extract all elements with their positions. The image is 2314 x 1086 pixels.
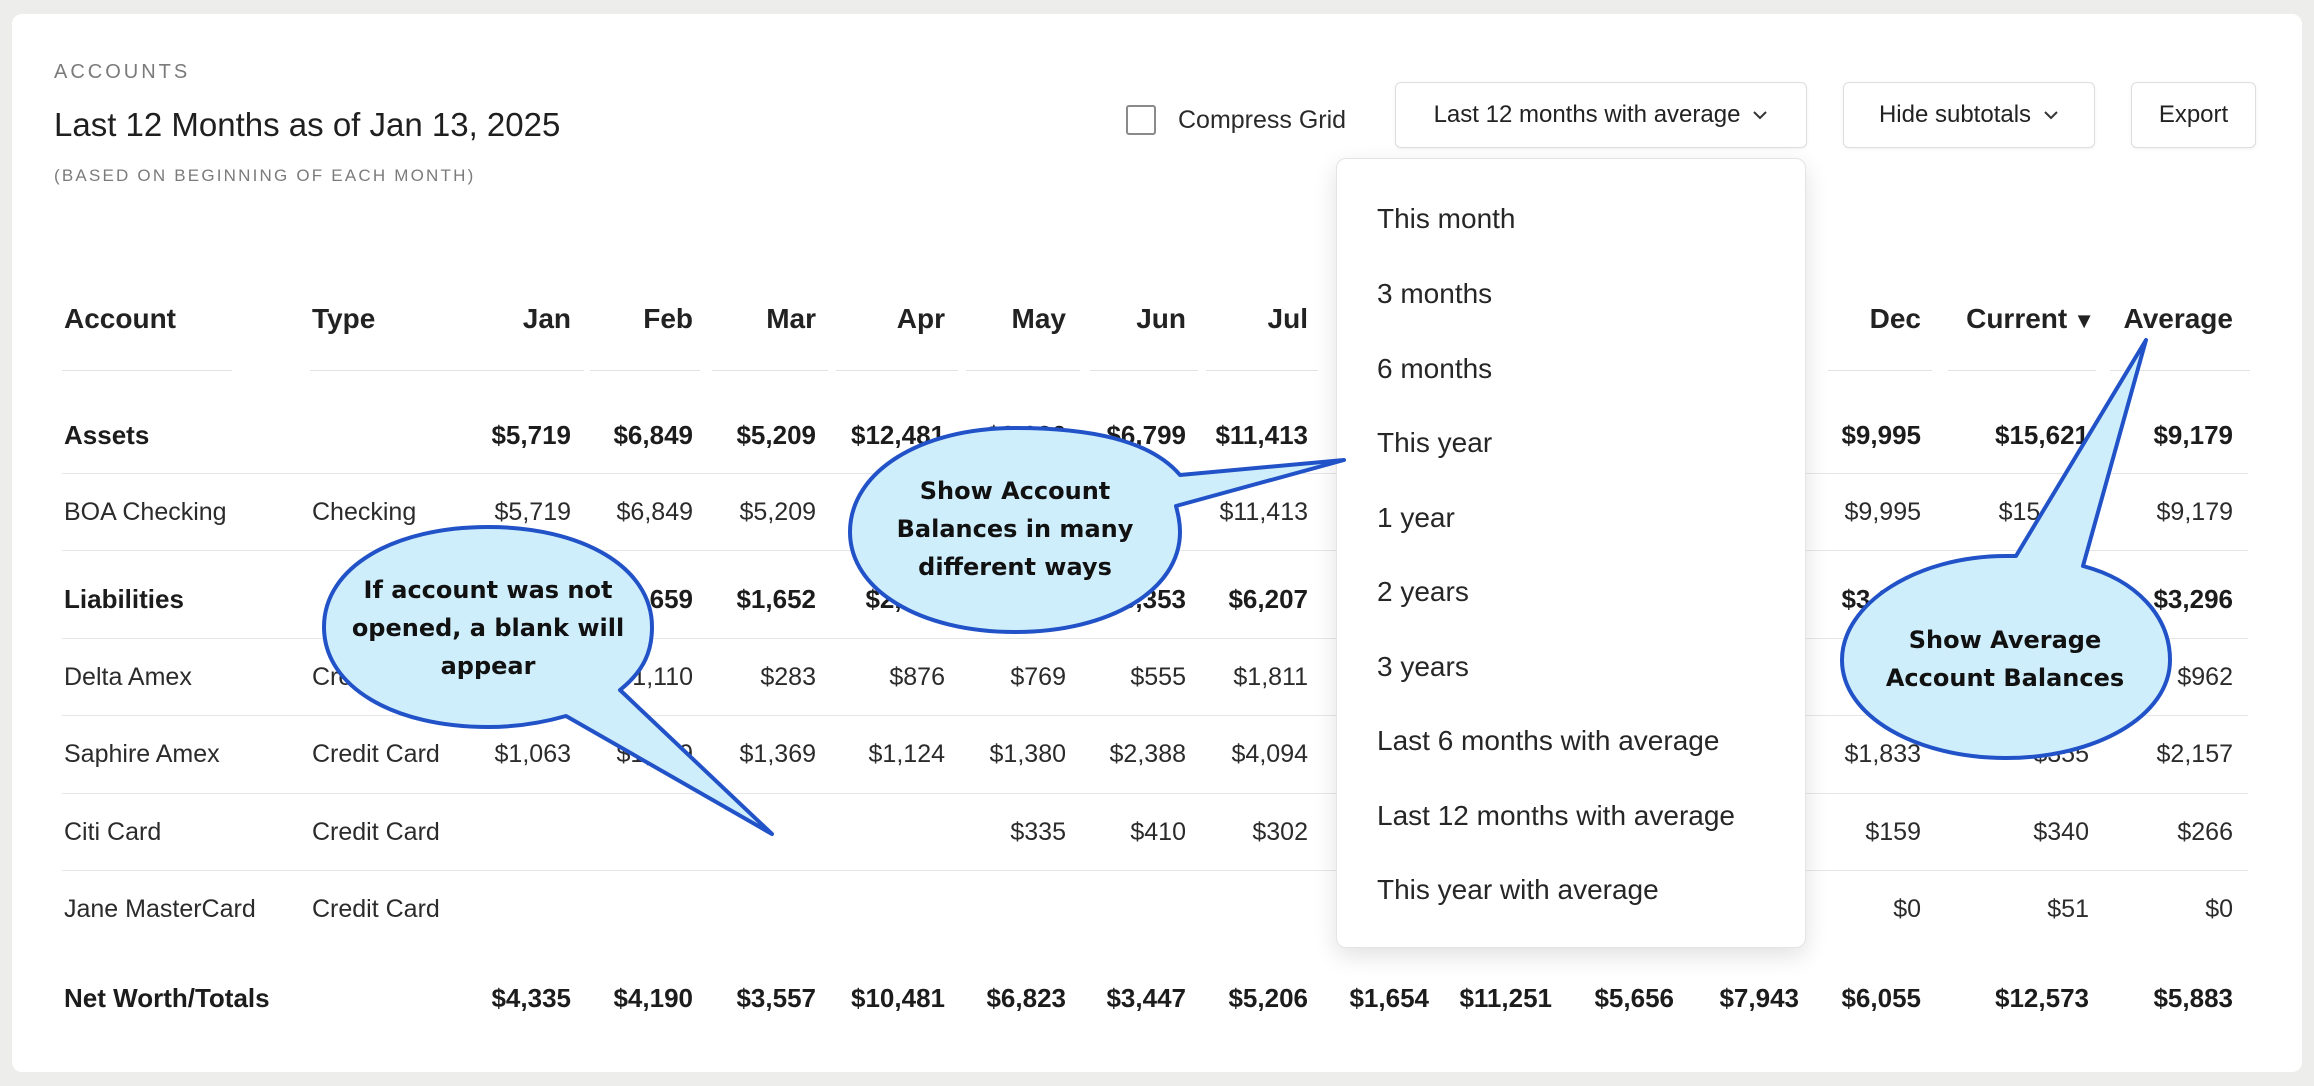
row-account-name[interactable]: Assets: [64, 420, 149, 451]
hide-subtotals-button[interactable]: Hide subtotals: [1843, 82, 2095, 148]
cell-average: $9,179: [2156, 498, 2233, 526]
row-account-type: Checking: [312, 498, 417, 526]
cell-jul: $1,811: [1233, 663, 1308, 691]
page-title: Last 12 Months as of Jan 13, 2025: [54, 106, 561, 143]
row-account-name[interactable]: Delta Amex: [64, 663, 192, 692]
column-header-mar[interactable]: Mar: [666, 303, 816, 335]
cell-mar: $5,209: [736, 420, 816, 450]
column-header-label: Current: [1966, 303, 2068, 334]
menu-item-this-month[interactable]: This month: [1377, 203, 1516, 235]
header-divider: [310, 370, 470, 371]
period-select-button[interactable]: Last 12 months with average: [1395, 82, 1807, 148]
cell-apr: $2,000: [865, 584, 945, 614]
compress-grid-toggle[interactable]: Compress Grid: [1126, 105, 1346, 135]
row-account-name[interactable]: Citi Card: [64, 818, 161, 847]
compress-grid-label: Compress Grid: [1178, 105, 1347, 134]
cell-current: $15,621: [1998, 498, 2089, 526]
cell-current: $12,573: [1995, 983, 2089, 1013]
section-eyebrow: ACCOUNTS: [54, 61, 191, 83]
cell-mar: $283: [760, 663, 816, 691]
export-button[interactable]: Export: [2131, 82, 2256, 148]
header-divider: [712, 370, 828, 371]
cell-average: $266: [2177, 818, 2233, 846]
column-header-type[interactable]: Type: [312, 303, 375, 335]
header-divider: [836, 370, 958, 371]
menu-item-1-year[interactable]: 1 year: [1377, 502, 1455, 534]
header-divider: [1828, 370, 1932, 371]
menu-item-last-6-months-avg[interactable]: Last 6 months with average: [1377, 725, 1719, 757]
header-divider: [2110, 370, 2250, 371]
cell-current: $355: [2033, 740, 2089, 768]
period-select-label: Last 12 months with average: [1433, 101, 1741, 128]
header-divider: [1206, 370, 1318, 371]
row-divider: [62, 550, 2248, 551]
row-account-name[interactable]: Saphire Amex: [64, 740, 220, 769]
menu-item-2-years[interactable]: 2 years: [1377, 576, 1469, 608]
callout-balances-text: Show Account Balances in many different …: [896, 477, 1134, 581]
cell-jul: $11,413: [1219, 498, 1308, 526]
row-account-name[interactable]: Jane MasterCard: [64, 895, 256, 924]
row-account-name[interactable]: Net Worth/Totals: [64, 983, 270, 1014]
chevron-down-icon: [1753, 111, 1768, 120]
compress-grid-checkbox[interactable]: [1126, 105, 1156, 135]
menu-item-this-year[interactable]: This year: [1377, 427, 1492, 459]
row-account-type: Credit Card: [312, 818, 440, 846]
row-divider: [62, 870, 2248, 871]
header-divider: [590, 370, 700, 371]
page-subtitle: (BASED ON BEGINNING OF EACH MONTH): [54, 166, 476, 185]
row-divider: [62, 473, 2248, 474]
period-dropdown-menu: This month 3 months 6 months This year 1…: [1336, 158, 1806, 948]
cell-jul: $6,207: [1228, 584, 1308, 614]
header-divider: [1090, 370, 1198, 371]
header-divider: [966, 370, 1080, 371]
cell-mar: $3,557: [736, 983, 816, 1013]
row-account-type: Credit Card: [312, 895, 440, 923]
column-header-jul[interactable]: Jul: [1158, 303, 1308, 335]
column-header-average[interactable]: Average: [2083, 303, 2233, 335]
column-header-account[interactable]: Account: [64, 303, 176, 335]
row-account-name[interactable]: Liabilities: [64, 584, 184, 615]
menu-item-3-months[interactable]: 3 months: [1377, 278, 1492, 310]
header-divider: [62, 370, 232, 371]
header-divider: [470, 370, 584, 371]
cell-mar: $5,209: [739, 498, 816, 526]
cell-current: $15,621: [1995, 420, 2089, 450]
hide-subtotals-label: Hide subtotals: [1878, 101, 2032, 128]
cell-current: $340: [2033, 818, 2089, 846]
row-divider: [62, 793, 2248, 794]
cell-average: $9,179: [2153, 420, 2233, 450]
cell-average: $0: [2205, 895, 2233, 923]
cell-mar: $1,652: [736, 584, 816, 614]
menu-item-this-year-avg[interactable]: This year with average: [1377, 874, 1659, 906]
menu-item-3-years[interactable]: 3 years: [1377, 651, 1469, 683]
cell-jul: $302: [1252, 818, 1308, 846]
cell-average: $2,157: [2156, 740, 2233, 768]
cell-current: $51: [2047, 895, 2089, 923]
cell-mar: $1,369: [739, 740, 816, 768]
cell-average: $5,883: [2153, 983, 2233, 1013]
cell-dec: $6,055: [1841, 983, 1921, 1013]
header-divider: [1948, 370, 2096, 371]
cell-jul: $4,094: [1231, 740, 1308, 768]
row-divider: [62, 715, 2248, 716]
menu-item-last-12-months-avg[interactable]: Last 12 months with average: [1377, 800, 1735, 832]
export-label: Export: [2158, 101, 2229, 128]
cell-average: $3,296: [2153, 584, 2233, 614]
chevron-down-icon: [2044, 111, 2058, 120]
callout-blank-text: If account was not opened, a blank will …: [351, 576, 625, 680]
callout-average-text: Show Average Account Balances: [1885, 626, 2125, 692]
column-header-current[interactable]: Current ▼: [1941, 303, 2095, 335]
row-account-name[interactable]: BOA Checking: [64, 498, 227, 527]
cell-jul: $11,413: [1215, 420, 1308, 450]
menu-item-6-months[interactable]: 6 months: [1377, 353, 1492, 385]
